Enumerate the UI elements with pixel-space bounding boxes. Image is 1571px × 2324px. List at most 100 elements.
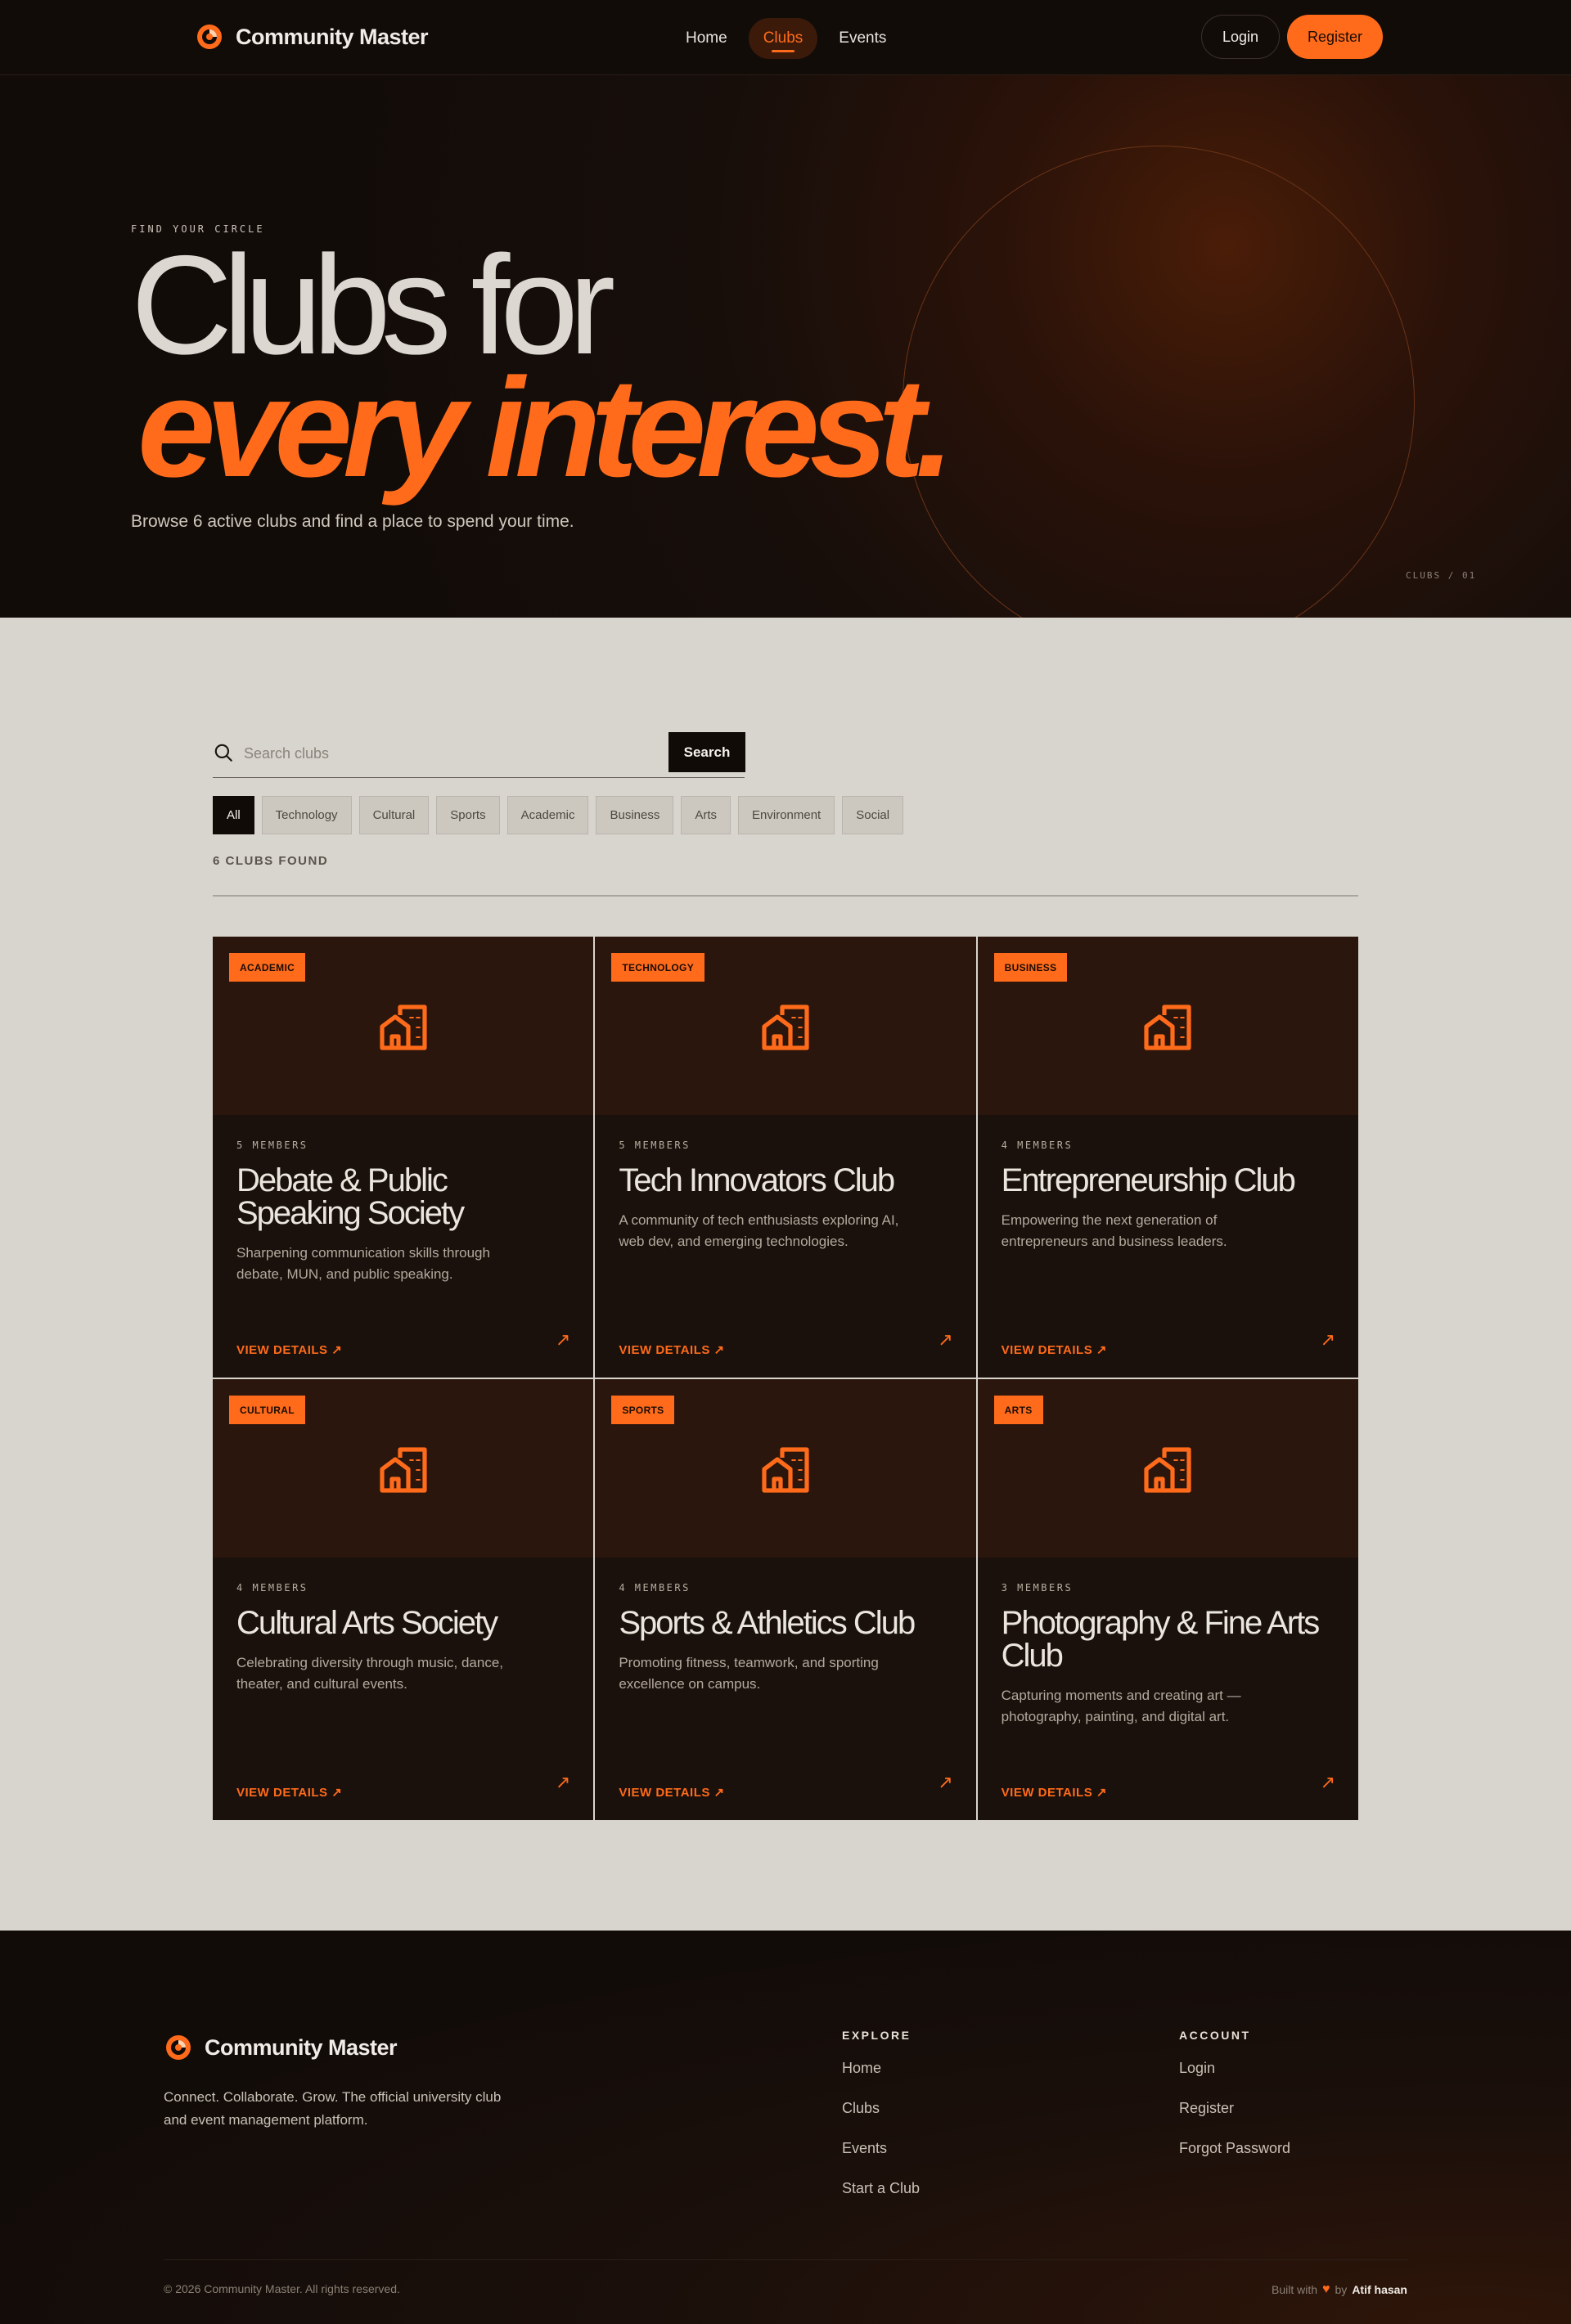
view-details-link[interactable]: VIEW DETAILS ↗ (619, 1785, 724, 1800)
results-divider (213, 895, 1358, 897)
category-filters: All Technology Cultural Sports Academic … (213, 796, 904, 834)
filter-chip-sports[interactable]: Sports (436, 796, 500, 834)
heart-icon: ♥ (1322, 2282, 1330, 2296)
view-details-link[interactable]: VIEW DETAILS ↗ (1002, 1342, 1107, 1357)
footer-author[interactable]: Atif hasan (1352, 2283, 1407, 2296)
search-button[interactable]: Search (668, 732, 745, 772)
building-icon (1144, 1447, 1191, 1493)
club-category-badge: ARTS (993, 1396, 1043, 1424)
building-icon (762, 1005, 809, 1050)
club-category-badge: CULTURAL (229, 1396, 305, 1424)
club-description: Capturing moments and creating art — pho… (1001, 1688, 1241, 1724)
club-category-badge: SPORTS (611, 1396, 675, 1424)
footer-link-events[interactable]: Events (842, 2140, 920, 2160)
club-card[interactable]: ARTS 3 MEMBERS Photography & Fine Arts C… (977, 1379, 1358, 1820)
arrow-up-right-icon[interactable]: ↗ (938, 1329, 952, 1351)
club-card-banner: BUSINESS (977, 937, 1358, 1115)
club-description: Sharpening communication skills through … (236, 1245, 490, 1282)
search-input[interactable] (244, 739, 669, 768)
filter-chip-cultural[interactable]: Cultural (358, 796, 430, 834)
filter-chip-technology[interactable]: Technology (261, 796, 352, 834)
footer: Community Master Connect. Collaborate. G… (0, 1931, 1571, 2324)
filter-chip-social[interactable]: Social (842, 796, 904, 834)
footer-account-title: ACCOUNT (1179, 2029, 1251, 2042)
club-member-count: 4 MEMBERS (236, 1582, 308, 1594)
hero-index: CLUBS / 01 (1406, 570, 1477, 581)
club-name[interactable]: Tech Innovators Club (619, 1164, 946, 1197)
footer-credit: Built with ♥ by Atif hasan (1272, 2282, 1407, 2297)
club-name[interactable]: Photography & Fine Arts Club (1002, 1607, 1329, 1672)
filter-chip-all[interactable]: All (213, 796, 254, 834)
footer-account-column: ACCOUNT Login Register Forgot Password (1179, 2029, 1290, 2180)
club-name[interactable]: Sports & Athletics Club (619, 1607, 946, 1639)
club-member-count: 3 MEMBERS (1001, 1582, 1074, 1594)
brand-name: Community Master (236, 24, 429, 49)
logo-icon (164, 2033, 193, 2062)
club-card[interactable]: TECHNOLOGY 5 MEMBERS Tech Innovators Clu… (595, 937, 976, 1378)
club-name[interactable]: Cultural Arts Society (236, 1607, 564, 1639)
building-icon (762, 1447, 809, 1493)
club-category-badge: BUSINESS (993, 953, 1068, 982)
footer-divider (164, 2259, 1407, 2260)
nav-link-events[interactable]: Events (824, 18, 901, 59)
view-details-link[interactable]: VIEW DETAILS ↗ (236, 1785, 342, 1800)
club-member-count: 5 MEMBERS (619, 1140, 691, 1151)
filter-chip-academic[interactable]: Academic (506, 796, 589, 834)
club-card[interactable]: BUSINESS 4 MEMBERS Entrepreneurship Club… (977, 937, 1358, 1378)
hero-circle-decoration (903, 146, 1415, 618)
filter-chip-arts[interactable]: Arts (681, 796, 731, 834)
arrow-up-right-icon[interactable]: ↗ (938, 1772, 952, 1793)
club-card[interactable]: SPORTS 4 MEMBERS Sports & Athletics Club… (595, 1379, 976, 1820)
login-button[interactable]: Login (1201, 15, 1280, 59)
footer-link-register[interactable]: Register (1179, 2100, 1290, 2119)
nav-link-home[interactable]: Home (671, 18, 742, 59)
arrow-up-right-icon[interactable]: ↗ (556, 1772, 570, 1793)
footer-built-by: by (1335, 2283, 1348, 2296)
filter-chip-environment[interactable]: Environment (738, 796, 835, 834)
club-card[interactable]: CULTURAL 4 MEMBERS Cultural Arts Society… (213, 1379, 594, 1820)
footer-link-home[interactable]: Home (842, 2060, 920, 2079)
footer-link-clubs[interactable]: Clubs (842, 2100, 920, 2119)
club-member-count: 4 MEMBERS (1001, 1140, 1074, 1151)
club-card-banner: CULTURAL (213, 1379, 594, 1558)
view-details-link[interactable]: VIEW DETAILS ↗ (236, 1342, 342, 1357)
club-card-banner: TECHNOLOGY (595, 937, 976, 1115)
club-member-count: 4 MEMBERS (619, 1582, 691, 1594)
footer-built-with: Built with (1271, 2283, 1318, 2296)
building-icon (380, 1005, 427, 1050)
building-icon (1144, 1005, 1191, 1050)
club-name[interactable]: Entrepreneurship Club (1002, 1164, 1329, 1197)
club-member-count: 5 MEMBERS (236, 1140, 308, 1151)
register-button[interactable]: Register (1287, 15, 1383, 59)
arrow-up-right-icon[interactable]: ↗ (1321, 1772, 1335, 1793)
club-card-banner: ARTS (977, 1379, 1358, 1558)
building-icon (380, 1447, 427, 1493)
top-navbar: Community Master Home Clubs Events Login… (0, 0, 1571, 75)
view-details-link[interactable]: VIEW DETAILS ↗ (1002, 1785, 1107, 1800)
club-description: Empowering the next generation of entrep… (1001, 1212, 1227, 1249)
brand[interactable]: Community Master (195, 22, 429, 52)
nav-links: Home Clubs Events (671, 18, 901, 59)
search-bar: Search (213, 730, 745, 778)
arrow-up-right-icon[interactable]: ↗ (556, 1329, 570, 1351)
footer-description: Connect. Collaborate. Grow. The official… (164, 2089, 502, 2128)
nav-link-clubs[interactable]: Clubs (748, 18, 818, 59)
footer-link-forgot-password[interactable]: Forgot Password (1179, 2140, 1290, 2160)
arrow-up-right-icon[interactable]: ↗ (1321, 1329, 1335, 1351)
filter-chip-business[interactable]: Business (596, 796, 674, 834)
hero-section: FIND YOUR CIRCLE Clubs for every interes… (0, 75, 1571, 618)
club-description: Celebrating diversity through music, dan… (236, 1655, 503, 1692)
hero-description: Browse 6 active clubs and find a place t… (131, 512, 574, 531)
results-count: 6 CLUBS FOUND (213, 854, 329, 868)
footer-brand[interactable]: Community Master (164, 2033, 398, 2062)
footer-link-start-club[interactable]: Start a Club (842, 2180, 920, 2200)
club-card[interactable]: ACADEMIC 5 MEMBERS Debate & Public Speak… (213, 937, 594, 1378)
club-card-banner: SPORTS (595, 1379, 976, 1558)
club-card-banner: ACADEMIC (213, 937, 594, 1115)
club-description: A community of tech enthusiasts explorin… (619, 1212, 899, 1249)
club-name[interactable]: Debate & Public Speaking Society (236, 1164, 564, 1229)
footer-link-login[interactable]: Login (1179, 2060, 1290, 2079)
footer-copyright: © 2026 Community Master. All rights rese… (164, 2282, 400, 2295)
footer-explore-title: EXPLORE (842, 2029, 912, 2042)
view-details-link[interactable]: VIEW DETAILS ↗ (619, 1342, 724, 1357)
